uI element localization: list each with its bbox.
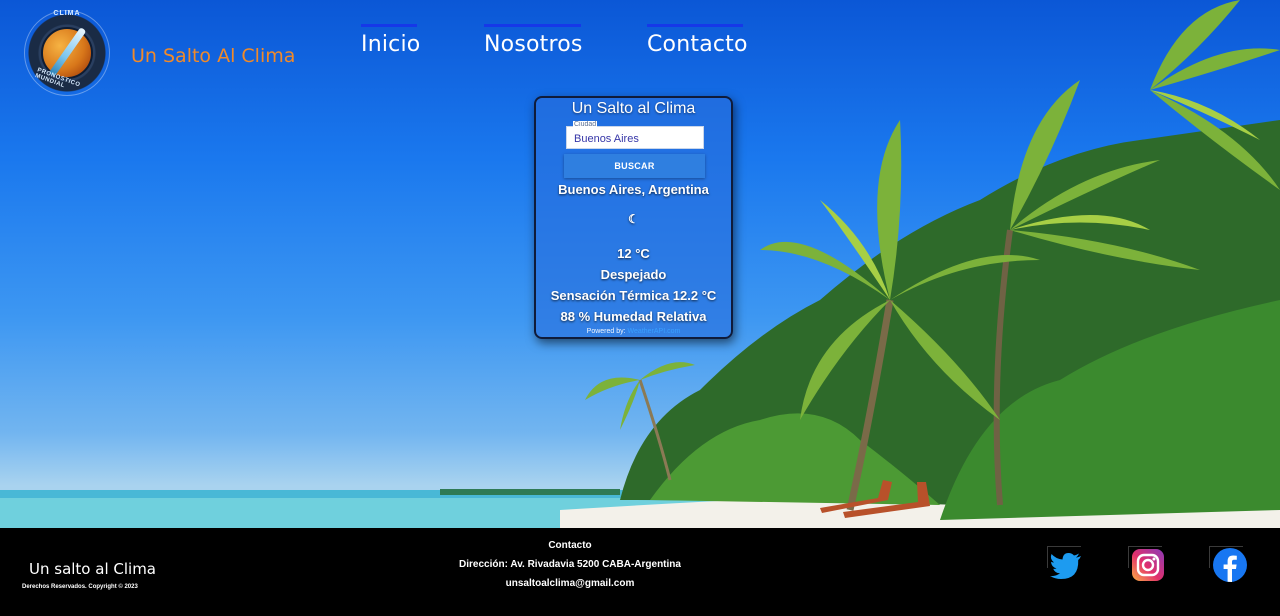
contact-address: Dirección: Av. Rivadavia 5200 CABA-Argen… (459, 559, 681, 570)
weather-card-title: Un Salto al Clima (571, 100, 696, 117)
condition-text: Despejado (600, 267, 667, 282)
footer-brand: Un salto al Clima (29, 560, 156, 578)
icon-frame (1047, 546, 1081, 568)
contact-title: Contacto (548, 540, 592, 551)
nav-underline (647, 24, 743, 27)
temperature-text: 12 °C (617, 246, 650, 261)
icon-frame (1128, 546, 1162, 568)
nav-label: Nosotros (484, 32, 583, 57)
twitter-link[interactable] (1047, 546, 1085, 584)
contact-email[interactable]: unsaltoalclima@gmail.com (440, 574, 700, 593)
location-text: Buenos Aires, Argentina (558, 182, 709, 197)
weatherapi-link[interactable]: WeatherAPI.com (628, 328, 681, 335)
moon-icon: ☾ (628, 212, 639, 226)
humidity-text: 88 % Humedad Relativa (560, 309, 707, 324)
city-field: Ciudad (566, 121, 704, 149)
powered-by-label: Powered by: (586, 328, 626, 335)
nav-link-contacto[interactable]: Contacto (647, 24, 748, 57)
search-button[interactable]: BUSCAR (564, 154, 705, 178)
nav-underline (484, 24, 581, 27)
logo-top-text: CLIMA (53, 10, 81, 17)
copyright-text: Derechos Reservados. Copyright © 2023 (22, 584, 138, 590)
facebook-link[interactable] (1209, 546, 1247, 584)
nav-link-nosotros[interactable]: Nosotros (484, 24, 583, 57)
weather-card: Un Salto al Clima Ciudad BUSCAR Buenos A… (534, 96, 733, 339)
feels-like-text: Sensación Térmica 12.2 °C (550, 288, 717, 303)
footer-contact: Contacto Dirección: Av. Rivadavia 5200 C… (440, 536, 700, 593)
brand-name[interactable]: Un Salto Al Clima (131, 45, 295, 67)
site-logo[interactable]: CLIMA PRONOSTICO MUNDIAL (24, 10, 110, 96)
footer: Un salto al Clima Derechos Reservados. C… (0, 528, 1280, 616)
instagram-link[interactable] (1128, 546, 1166, 584)
nav-underline (361, 24, 417, 27)
nav-link-inicio[interactable]: Inicio (361, 24, 421, 57)
icon-frame (1209, 546, 1243, 568)
city-input[interactable] (567, 127, 703, 148)
nav-label: Inicio (361, 32, 421, 57)
powered-by: Powered by: WeatherAPI.com (536, 328, 731, 335)
nav-label: Contacto (647, 32, 748, 57)
